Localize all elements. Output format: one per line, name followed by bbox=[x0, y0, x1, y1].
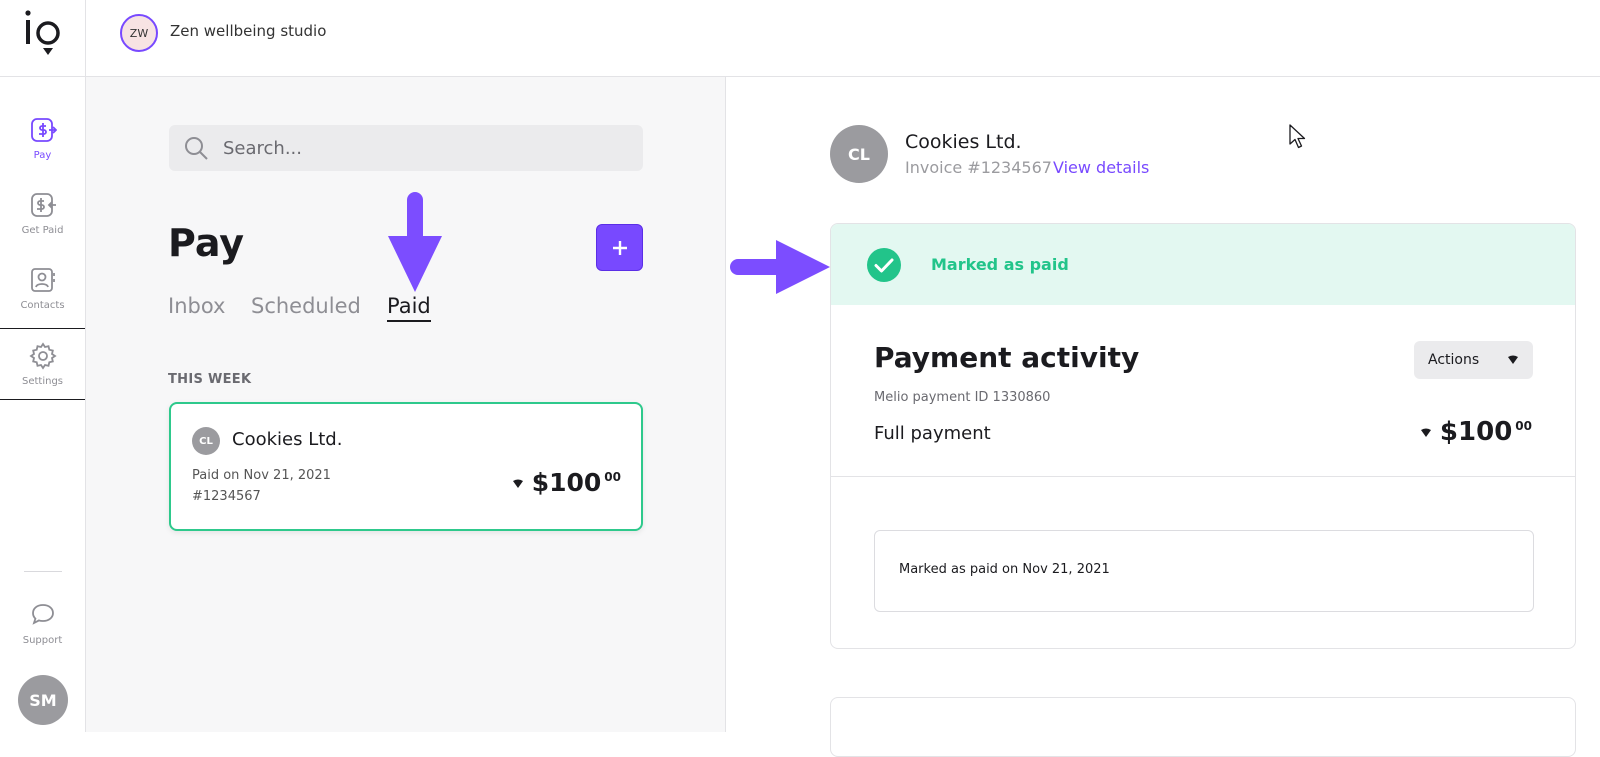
sidebar-item-pay[interactable]: Pay bbox=[0, 102, 85, 174]
pay-icon bbox=[30, 117, 57, 142]
divider bbox=[0, 76, 86, 77]
sidebar-item-label: Support bbox=[22, 634, 63, 646]
get-paid-icon bbox=[30, 192, 56, 217]
sidebar-item-label: Pay bbox=[33, 149, 52, 161]
payment-id: Melio payment ID 1330860 bbox=[874, 390, 1051, 405]
search-icon bbox=[185, 137, 208, 160]
top-bar: ZW Zen wellbeing studio bbox=[86, 0, 1600, 77]
sidebar-item-support[interactable]: Support bbox=[0, 587, 85, 659]
payment-type: Full payment bbox=[874, 423, 991, 444]
amount-cents: 00 bbox=[1515, 419, 1532, 433]
section-label: THIS WEEK bbox=[168, 372, 252, 387]
org-avatar[interactable]: ZW bbox=[120, 14, 158, 52]
delivery-icon bbox=[1420, 428, 1431, 437]
settings-icon bbox=[28, 341, 57, 370]
payment-card[interactable]: CL Cookies Ltd. Paid on Nov 21, 2021 #12… bbox=[169, 402, 643, 531]
timeline-text: Marked as paid on Nov 21, 2021 bbox=[899, 562, 1110, 577]
annotation-arrow-down-icon bbox=[388, 192, 442, 292]
chat-bubble-icon bbox=[31, 603, 54, 625]
chevron-down-icon bbox=[1508, 355, 1518, 364]
page-title: Pay bbox=[168, 221, 245, 265]
sidebar-item-label: Settings bbox=[21, 375, 63, 387]
divider bbox=[24, 571, 62, 572]
annotation-arrow-right-icon bbox=[730, 240, 830, 294]
payment-amount: $100 00 bbox=[512, 468, 621, 497]
actions-label: Actions bbox=[1428, 352, 1480, 368]
tab-inbox[interactable]: Inbox bbox=[168, 294, 225, 318]
search-input[interactable] bbox=[223, 125, 623, 171]
org-name[interactable]: Zen wellbeing studio bbox=[170, 22, 326, 40]
app-logo[interactable] bbox=[22, 8, 64, 58]
sidebar-item-get-paid[interactable]: Get Paid bbox=[0, 177, 85, 249]
sidebar: Pay Get Paid Contacts Settings Support S… bbox=[0, 0, 86, 732]
vendor-name: Cookies Ltd. bbox=[905, 131, 1022, 153]
tab-scheduled[interactable]: Scheduled bbox=[251, 294, 361, 318]
actions-dropdown[interactable]: Actions bbox=[1414, 341, 1533, 379]
amount-dollars: $100 bbox=[531, 468, 602, 497]
check-circle-icon bbox=[867, 248, 901, 282]
payment-amount: $100 00 bbox=[1420, 417, 1532, 447]
divider bbox=[831, 476, 1575, 477]
section-title: Payment activity bbox=[874, 341, 1140, 374]
contacts-icon bbox=[30, 267, 55, 292]
paid-date: Paid on Nov 21, 2021 bbox=[192, 468, 331, 483]
tab-paid[interactable]: Paid bbox=[387, 294, 431, 322]
invoice-number: #1234567 bbox=[192, 489, 261, 504]
status-text: Marked as paid bbox=[931, 255, 1069, 274]
timeline-entry: Marked as paid on Nov 21, 2021 bbox=[874, 530, 1534, 612]
vendor-avatar: CL bbox=[192, 427, 220, 455]
mouse-cursor-icon bbox=[1289, 124, 1306, 149]
sidebar-item-settings[interactable]: Settings bbox=[0, 328, 85, 400]
sidebar-item-contacts[interactable]: Contacts bbox=[0, 252, 85, 324]
vendor-name: Cookies Ltd. bbox=[232, 429, 343, 450]
status-banner: Marked as paid bbox=[831, 224, 1575, 305]
payments-list-panel: Pay Inbox Scheduled Paid THIS WEEK CL Co… bbox=[86, 77, 726, 732]
user-avatar[interactable]: SM bbox=[18, 675, 68, 725]
amount-dollars: $100 bbox=[1439, 417, 1513, 447]
search-box[interactable] bbox=[169, 125, 643, 171]
sidebar-item-label: Get Paid bbox=[21, 224, 64, 236]
amount-cents: 00 bbox=[604, 470, 621, 484]
payment-detail-card: Marked as paid Payment activity Actions … bbox=[830, 223, 1576, 649]
delivery-icon bbox=[512, 479, 523, 488]
invoice-number: Invoice #1234567 bbox=[905, 158, 1052, 177]
sidebar-item-label: Contacts bbox=[20, 299, 65, 311]
vendor-avatar: CL bbox=[830, 125, 888, 183]
add-payment-button[interactable] bbox=[596, 224, 643, 271]
view-details-link[interactable]: View details bbox=[1053, 158, 1149, 177]
plus-icon bbox=[612, 240, 627, 255]
next-section-card bbox=[830, 697, 1576, 757]
